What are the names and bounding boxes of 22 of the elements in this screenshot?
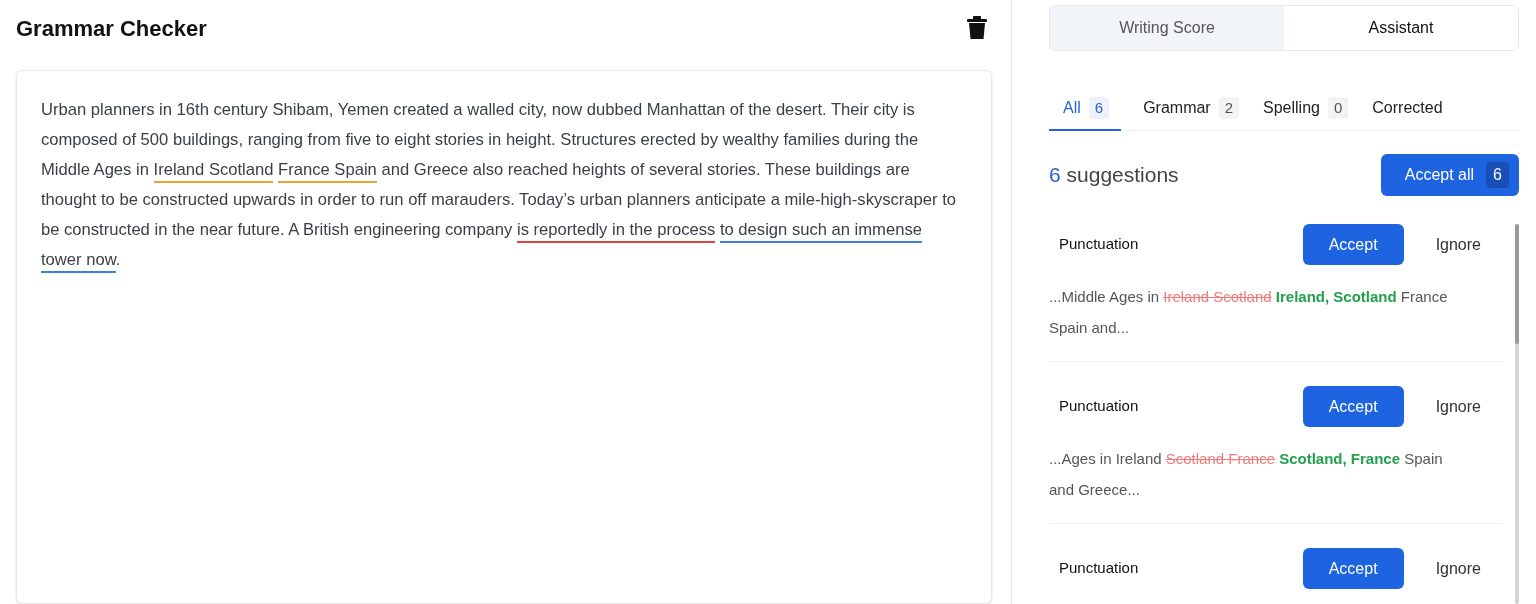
ignore-button[interactable]: Ignore <box>1435 394 1481 419</box>
accept-button[interactable]: Accept <box>1302 548 1404 589</box>
filter-tab[interactable]: Corrected <box>1350 87 1445 131</box>
scrollbar[interactable] <box>1515 224 1519 604</box>
editor-text[interactable]: Urban planners in 16th century Shibam, Yemen created a walled city, now dubbed Manhattan of the desert. Their city is composed of 500 buildings, ranging from five to eight stories in height. Structures erected by wealthy families during the Middle Ages in Ireland Scotland France Spain and Greece also reached heights of several stories. These buildings are thought to be constructed upwards in order to run off marauders. Today’s urban planners anticipate a mile-high-skyscraper to be constructed in the near future. A British engineering company is reportedly in the process to design such an immense tower now. <box>41 95 967 275</box>
trash-icon[interactable] <box>967 16 987 40</box>
suggestion-snippet: ...Middle Ages in Ireland Scotland Ireland, Scotland France Spain and... <box>1049 287 1449 338</box>
suggestions-count: 6 suggestions <box>1049 162 1179 189</box>
editor-title: Grammar Checker <box>16 14 207 43</box>
filter-tab[interactable]: All 6 <box>1049 87 1122 131</box>
panel-tab[interactable]: Writing Score <box>1050 6 1284 50</box>
filter-tab[interactable]: Spelling 0 <box>1241 87 1351 131</box>
ignore-button[interactable]: Ignore <box>1435 556 1481 581</box>
accept-all-button[interactable]: Accept all 6 <box>1380 154 1519 196</box>
suggestion-category: Punctuation <box>1058 234 1140 255</box>
suggestion-snippet: ...Ages in Ireland Scotland France Scotland, France Spain and Greece... <box>1049 449 1444 500</box>
filter-tab[interactable]: Grammar 2 <box>1121 87 1242 131</box>
ignore-button[interactable]: Ignore <box>1435 232 1481 257</box>
accept-button[interactable]: Accept <box>1302 224 1404 265</box>
suggestion-category: Punctuation <box>1058 396 1140 417</box>
accept-button[interactable]: Accept <box>1302 386 1404 427</box>
suggestion-category: Punctuation <box>1058 558 1140 579</box>
